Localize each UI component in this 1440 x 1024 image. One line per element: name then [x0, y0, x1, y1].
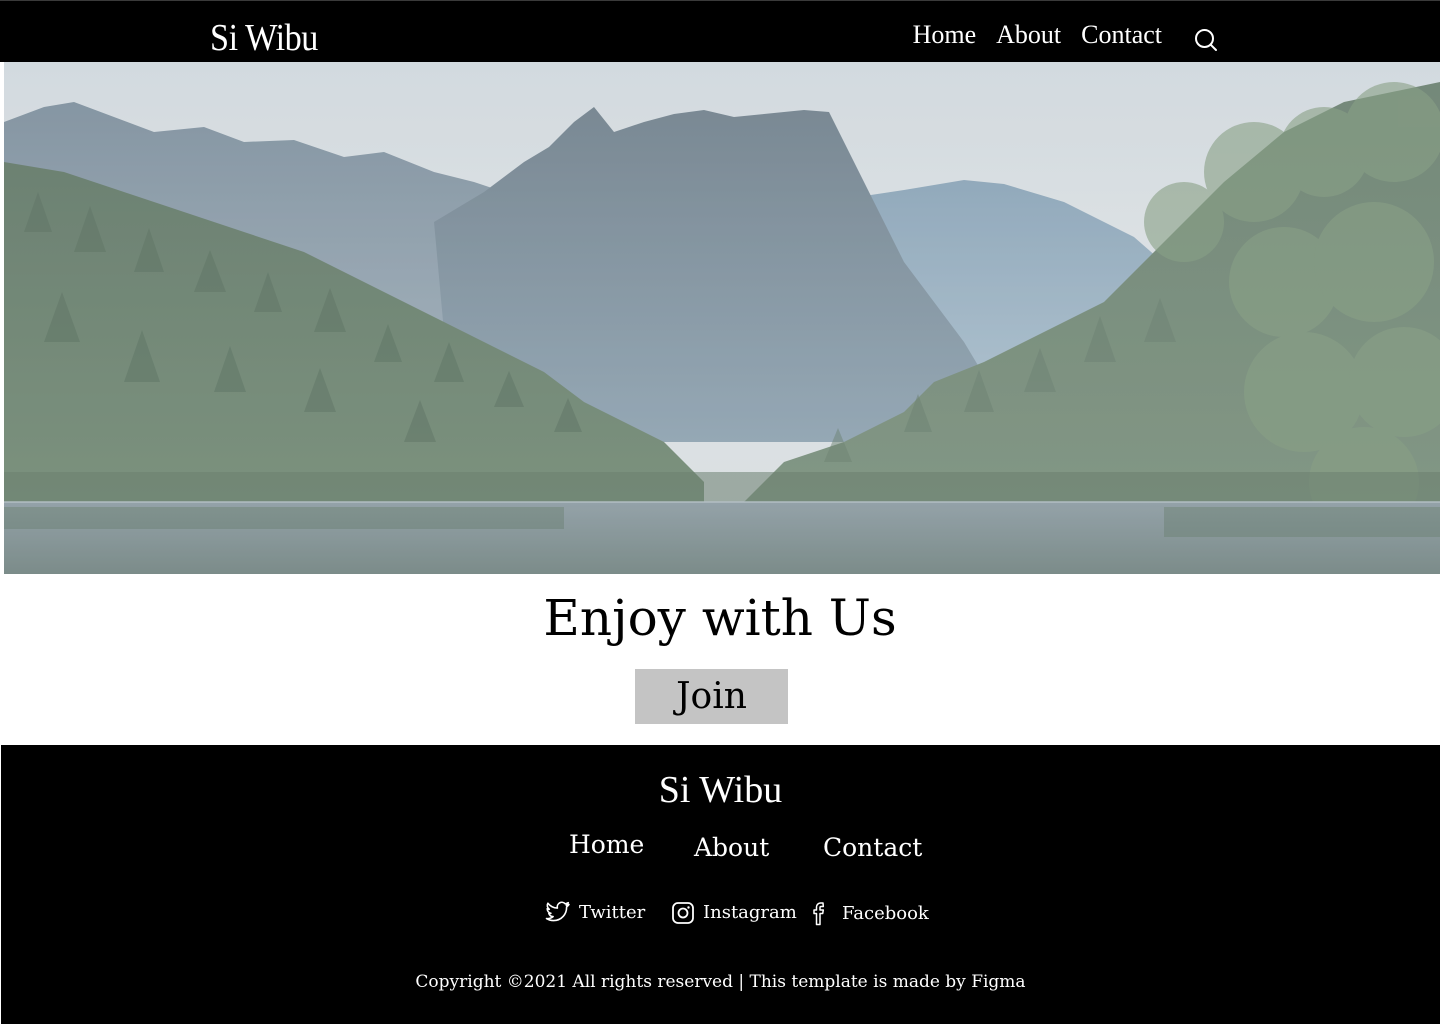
nav-home-link[interactable]: Home: [913, 19, 977, 51]
twitter-link[interactable]: Twitter: [545, 901, 645, 925]
facebook-link[interactable]: Facebook: [808, 901, 929, 927]
footer-nav-about-link[interactable]: About: [694, 832, 769, 864]
facebook-icon: [813, 902, 825, 926]
instagram-label: Instagram: [703, 902, 797, 923]
instagram-icon: [672, 902, 694, 924]
twitter-icon: [545, 901, 570, 922]
hero-image: [4, 62, 1440, 574]
footer-brand-logo[interactable]: Si Wibu: [1, 767, 1440, 813]
instagram-link[interactable]: Instagram: [671, 901, 797, 925]
nav-contact-link[interactable]: Contact: [1081, 19, 1162, 51]
main-nav: Home About Contact: [913, 19, 1162, 51]
footer-nav-contact-link[interactable]: Contact: [823, 832, 922, 864]
footer: Si Wibu Home About Contact Twitter Insta…: [1, 745, 1440, 1024]
join-button[interactable]: Join: [635, 669, 788, 724]
cta-heading: Enjoy with Us: [543, 589, 897, 647]
copyright-text: Copyright ©2021 All rights reserved | Th…: [415, 972, 1026, 992]
top-navbar: Si Wibu Home About Contact: [0, 0, 1440, 62]
brand-logo[interactable]: Si Wibu: [210, 15, 318, 61]
search-icon[interactable]: [1193, 27, 1219, 53]
facebook-label: Facebook: [842, 903, 929, 924]
nav-about-link[interactable]: About: [996, 19, 1061, 51]
footer-nav-home-link[interactable]: Home: [569, 829, 644, 861]
twitter-label: Twitter: [579, 902, 646, 923]
